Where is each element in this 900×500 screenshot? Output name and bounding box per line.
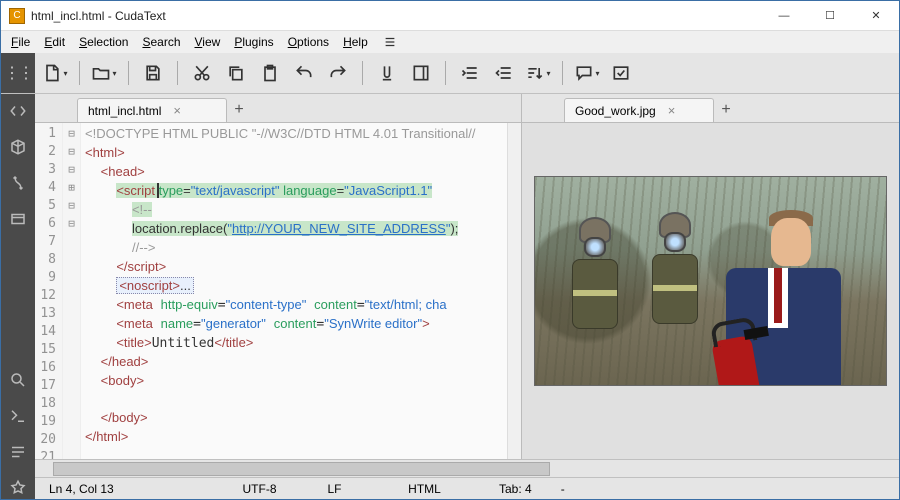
redo-button[interactable] bbox=[324, 59, 352, 87]
menu-view[interactable]: View bbox=[195, 35, 221, 49]
image-viewer[interactable] bbox=[522, 122, 899, 459]
statusbar: Ln 4, Col 13 UTF-8 LF HTML Tab: 4 - bbox=[35, 477, 899, 499]
menu-overflow-icon[interactable] bbox=[382, 34, 398, 50]
status-encoding[interactable]: UTF-8 bbox=[215, 478, 305, 499]
app-icon: C bbox=[9, 8, 25, 24]
output-icon[interactable] bbox=[7, 441, 29, 463]
new-tab-button-left[interactable]: + bbox=[227, 98, 251, 122]
image-content bbox=[534, 176, 887, 386]
menubar: File Edit Selection Search View Plugins … bbox=[1, 31, 899, 53]
tabs-icon[interactable] bbox=[7, 208, 29, 230]
sidebar-toggle-top[interactable]: ⋮⋮ bbox=[1, 53, 35, 93]
new-tab-button-right[interactable]: + bbox=[714, 98, 738, 122]
diff-icon[interactable] bbox=[7, 172, 29, 194]
cut-button[interactable] bbox=[188, 59, 216, 87]
validate-icon[interactable] bbox=[7, 477, 29, 499]
indent-button[interactable] bbox=[456, 59, 484, 87]
close-button[interactable]: ✕ bbox=[853, 1, 899, 30]
editor-pane-right: Good_work.jpg × + bbox=[522, 94, 899, 459]
tab-label: html_incl.html bbox=[88, 104, 161, 118]
status-language[interactable]: HTML bbox=[365, 478, 485, 499]
comment-button[interactable]: ▾ bbox=[573, 59, 601, 87]
vertical-scrollbar[interactable] bbox=[507, 123, 521, 459]
minimap-button[interactable] bbox=[407, 59, 435, 87]
sort-button[interactable]: ▾ bbox=[524, 59, 552, 87]
tab-close-icon[interactable]: × bbox=[173, 103, 181, 118]
code-body[interactable]: <!DOCTYPE HTML PUBLIC "-//W3C//DTD HTML … bbox=[81, 123, 507, 459]
tab-label: Good_work.jpg bbox=[575, 104, 656, 118]
toolbar-row: ⋮⋮ ▾ ▾ ▾ ▾ bbox=[1, 53, 899, 93]
tabstrip-right: Good_work.jpg × + bbox=[522, 94, 899, 122]
status-extra: - bbox=[547, 478, 580, 499]
status-tabsize[interactable]: Tab: 4 bbox=[485, 478, 547, 499]
minimize-button[interactable]: — bbox=[761, 1, 807, 30]
tabstrip-left: html_incl.html × + bbox=[35, 94, 521, 122]
open-file-button[interactable]: ▾ bbox=[90, 59, 118, 87]
line-number-gutter: 1 2 3 4 5 6 7 8 9 12 13 14 15 16 17 18 1… bbox=[35, 123, 63, 459]
menu-options[interactable]: Options bbox=[288, 35, 329, 49]
unindent-button[interactable] bbox=[490, 59, 518, 87]
status-line-endings[interactable]: LF bbox=[305, 478, 365, 499]
code-tree-icon[interactable] bbox=[7, 100, 29, 122]
search-icon[interactable] bbox=[7, 369, 29, 391]
new-file-button[interactable]: ▾ bbox=[41, 59, 69, 87]
code-editor[interactable]: 1 2 3 4 5 6 7 8 9 12 13 14 15 16 17 18 1… bbox=[35, 122, 521, 459]
window-title: html_incl.html - CudaText bbox=[31, 9, 761, 23]
console-icon[interactable] bbox=[7, 405, 29, 427]
project-icon[interactable] bbox=[7, 136, 29, 158]
fold-gutter[interactable]: ⊟ ⊟ ⊟ ⊞ ⊟ ⊟ bbox=[63, 123, 81, 459]
toolbar: ▾ ▾ ▾ ▾ bbox=[35, 53, 899, 93]
status-position[interactable]: Ln 4, Col 13 bbox=[35, 478, 215, 499]
unprinted-button[interactable] bbox=[373, 59, 401, 87]
options-button[interactable] bbox=[607, 59, 635, 87]
tab-close-icon[interactable]: × bbox=[668, 103, 676, 118]
copy-button[interactable] bbox=[222, 59, 250, 87]
menu-file[interactable]: File bbox=[11, 35, 30, 49]
titlebar: C html_incl.html - CudaText — ☐ ✕ bbox=[1, 1, 899, 31]
menu-edit[interactable]: Edit bbox=[44, 35, 65, 49]
tab-html-incl[interactable]: html_incl.html × bbox=[77, 98, 227, 122]
save-button[interactable] bbox=[139, 59, 167, 87]
menu-selection[interactable]: Selection bbox=[79, 35, 128, 49]
undo-button[interactable] bbox=[290, 59, 318, 87]
menu-plugins[interactable]: Plugins bbox=[234, 35, 273, 49]
paste-button[interactable] bbox=[256, 59, 284, 87]
editor-pane-left: html_incl.html × + 1 2 3 4 5 6 7 8 9 12 … bbox=[35, 94, 522, 459]
tab-good-work[interactable]: Good_work.jpg × bbox=[564, 98, 714, 122]
menu-search[interactable]: Search bbox=[142, 35, 180, 49]
app-window: C html_incl.html - CudaText — ☐ ✕ File E… bbox=[0, 0, 900, 500]
menu-help[interactable]: Help bbox=[343, 35, 368, 49]
maximize-button[interactable]: ☐ bbox=[807, 1, 853, 30]
horizontal-scrollbar[interactable] bbox=[35, 459, 899, 477]
sidebar bbox=[1, 94, 35, 499]
